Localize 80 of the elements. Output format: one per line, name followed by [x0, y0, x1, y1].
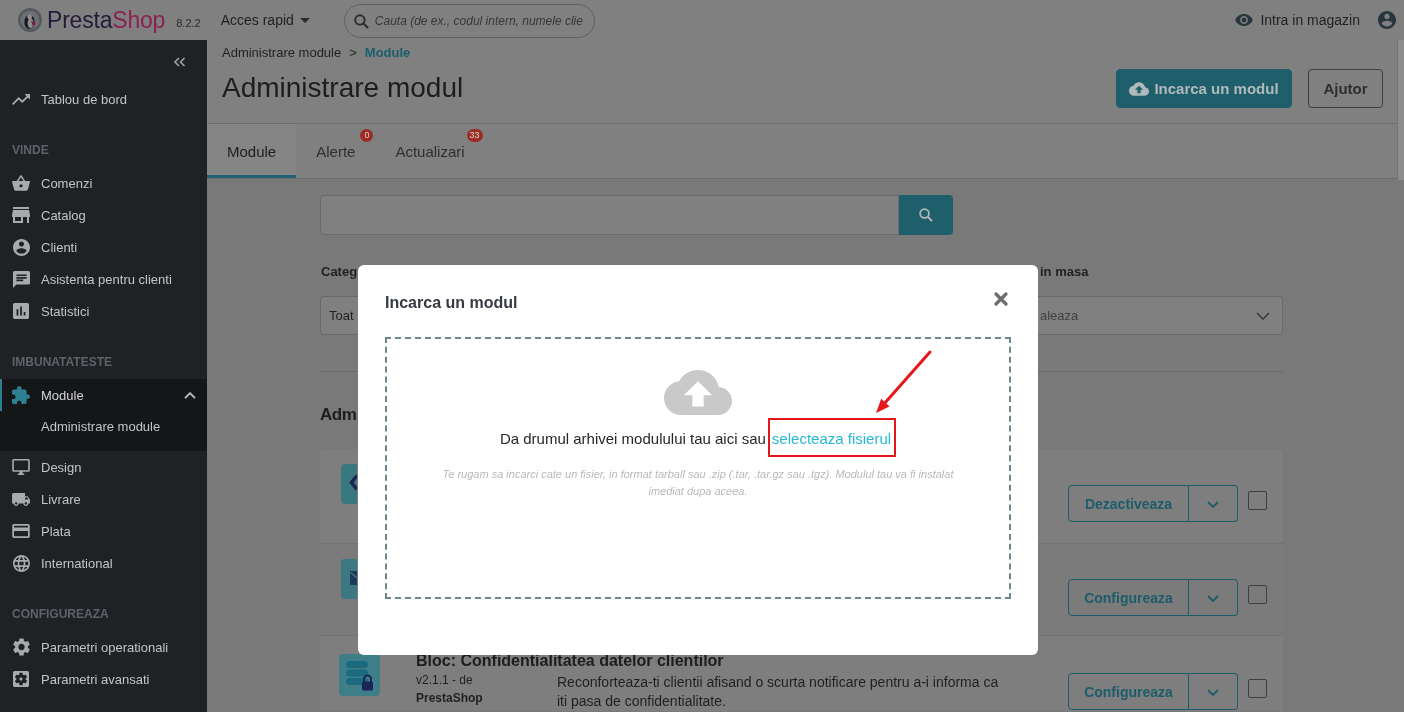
- chevron-down-icon: [1207, 501, 1219, 508]
- scrollbar-thumb[interactable]: [1397, 40, 1404, 180]
- chevron-down-icon: [1207, 689, 1219, 696]
- sidebar-item[interactable]: Catalog: [0, 199, 207, 231]
- close-icon[interactable]: [994, 292, 1008, 306]
- quick-access-menu[interactable]: Acces rapid: [220, 12, 310, 28]
- menu-section-heading: CONFIGUREAZA: [11, 606, 110, 623]
- sidebar-item[interactable]: Clienti: [0, 231, 207, 263]
- credit-card-icon: [12, 524, 30, 538]
- checkbox[interactable]: [1248, 585, 1267, 604]
- database-lock-icon: [339, 654, 380, 696]
- search-icon: [919, 208, 933, 222]
- chat-icon: [12, 270, 30, 288]
- drop-zone[interactable]: Da drumul arhivei modulului tau aici sau selecteaza fisierul Te rugam sa incarci cate un fisier, in format tarball sau .zip (.tar, .tar.gz sau .tgz). Modulul tau va fi instalat imediat dupa aceea.: [385, 337, 1011, 599]
- chevron-down-icon: [1256, 311, 1270, 320]
- basket-icon: [12, 175, 30, 191]
- sidebar-item[interactable]: Plata: [0, 515, 207, 547]
- puzzle-icon: [12, 386, 30, 404]
- sidebar-item[interactable]: Design: [0, 451, 207, 483]
- user-avatar-icon[interactable]: [1378, 11, 1396, 29]
- dropdown-toggle[interactable]: [1189, 485, 1238, 522]
- filter-label: in masa: [1039, 263, 1089, 281]
- module-version: v2.1.1 - de PrestaShop: [416, 672, 484, 707]
- chevron-up-icon: [184, 391, 196, 399]
- drop-instruction: Da drumul arhivei modulului tau aici sau selecteaza fisierul: [499, 429, 897, 449]
- checkbox[interactable]: [1248, 679, 1267, 698]
- module-logo-icon: [341, 464, 357, 504]
- module-title: Bloc: Confidentialitatea datelor clientilor: [416, 651, 724, 671]
- filter-label: Categ: [320, 263, 358, 281]
- brand-name: PrestaShop: [47, 6, 166, 34]
- dropdown-toggle[interactable]: [1189, 579, 1238, 616]
- collapse-icon[interactable]: [173, 56, 186, 67]
- cloud-upload-icon: [664, 370, 732, 415]
- submenu-item[interactable]: Administrare module: [0, 411, 207, 443]
- globe-icon: [12, 554, 30, 572]
- dropdown-toggle[interactable]: [1189, 673, 1238, 710]
- search-button[interactable]: [899, 195, 953, 235]
- sidebar-item[interactable]: Livrare: [0, 483, 207, 515]
- sidebar-item[interactable]: Comenzi: [0, 167, 207, 199]
- sidebar-item[interactable]: Tablou de bord: [0, 83, 207, 115]
- sidebar-item[interactable]: Parametri operationali: [0, 631, 207, 663]
- monitor-icon: [12, 459, 30, 475]
- tab[interactable]: Actualizari 33: [375, 124, 485, 178]
- dialog-title: Incarca un modul: [385, 293, 518, 313]
- tab[interactable]: Alerte 0: [296, 124, 376, 178]
- count-badge: 0: [360, 129, 374, 142]
- upload-hint: Te rugam sa incarci cate un fisier, in format tarball sau .zip (.tar, .tar.gz sau .tgz). Modulul tau va fi instalat imediat dupa aceea.: [441, 467, 955, 499]
- module-search-field[interactable]: [320, 195, 899, 235]
- page-title: Administrare modul: [222, 71, 464, 105]
- sidebar-item[interactable]: Statistici: [0, 295, 207, 327]
- trend-up-icon: [12, 93, 30, 105]
- count-badge: 33: [466, 129, 483, 142]
- breadcrumb-link[interactable]: Administrare module: [222, 45, 342, 61]
- upload-module-button[interactable]: Incarca un modul: [1116, 69, 1292, 108]
- module-description: Reconforteaza-ti clientii afisand o scurta notificare pentru a-i informa ca iti pasa de confidentialitate.: [557, 673, 1000, 711]
- logo-icon: [18, 8, 42, 32]
- store-icon: [12, 207, 30, 223]
- menu-section-heading: IMBUNATATESTE: [11, 354, 113, 371]
- sidebar-item[interactable]: Parametri avansati: [0, 663, 207, 695]
- bar-chart-icon: [13, 303, 29, 319]
- checkbox[interactable]: [1248, 491, 1267, 510]
- breadcrumb-separator: >: [349, 45, 357, 61]
- sidebar-item[interactable]: Asistenta pentru clienti: [0, 263, 207, 295]
- search-field[interactable]: Cauta (de ex., codul intern, numele clie: [343, 3, 595, 38]
- envelope-icon: [341, 559, 357, 599]
- version-label: 8.2.2: [176, 16, 201, 29]
- truck-icon: [12, 492, 30, 506]
- chevron-down-icon: [1207, 595, 1219, 602]
- view-shop-link[interactable]: Intra in magazin: [1235, 12, 1360, 28]
- section-heading: Adm: [320, 404, 357, 426]
- caret-icon: [299, 17, 310, 23]
- eye-icon: [1235, 14, 1254, 26]
- settings-icon: [12, 638, 30, 656]
- cloud-upload-icon: [1129, 81, 1150, 96]
- search-icon: [353, 13, 369, 29]
- tab[interactable]: Module: [207, 124, 297, 178]
- sidebar-item[interactable]: Module: [0, 379, 207, 411]
- menu-section-heading: VINDE: [11, 142, 50, 159]
- sidebar-item[interactable]: International: [0, 547, 207, 579]
- dropdown[interactable]: Toat: [320, 296, 358, 335]
